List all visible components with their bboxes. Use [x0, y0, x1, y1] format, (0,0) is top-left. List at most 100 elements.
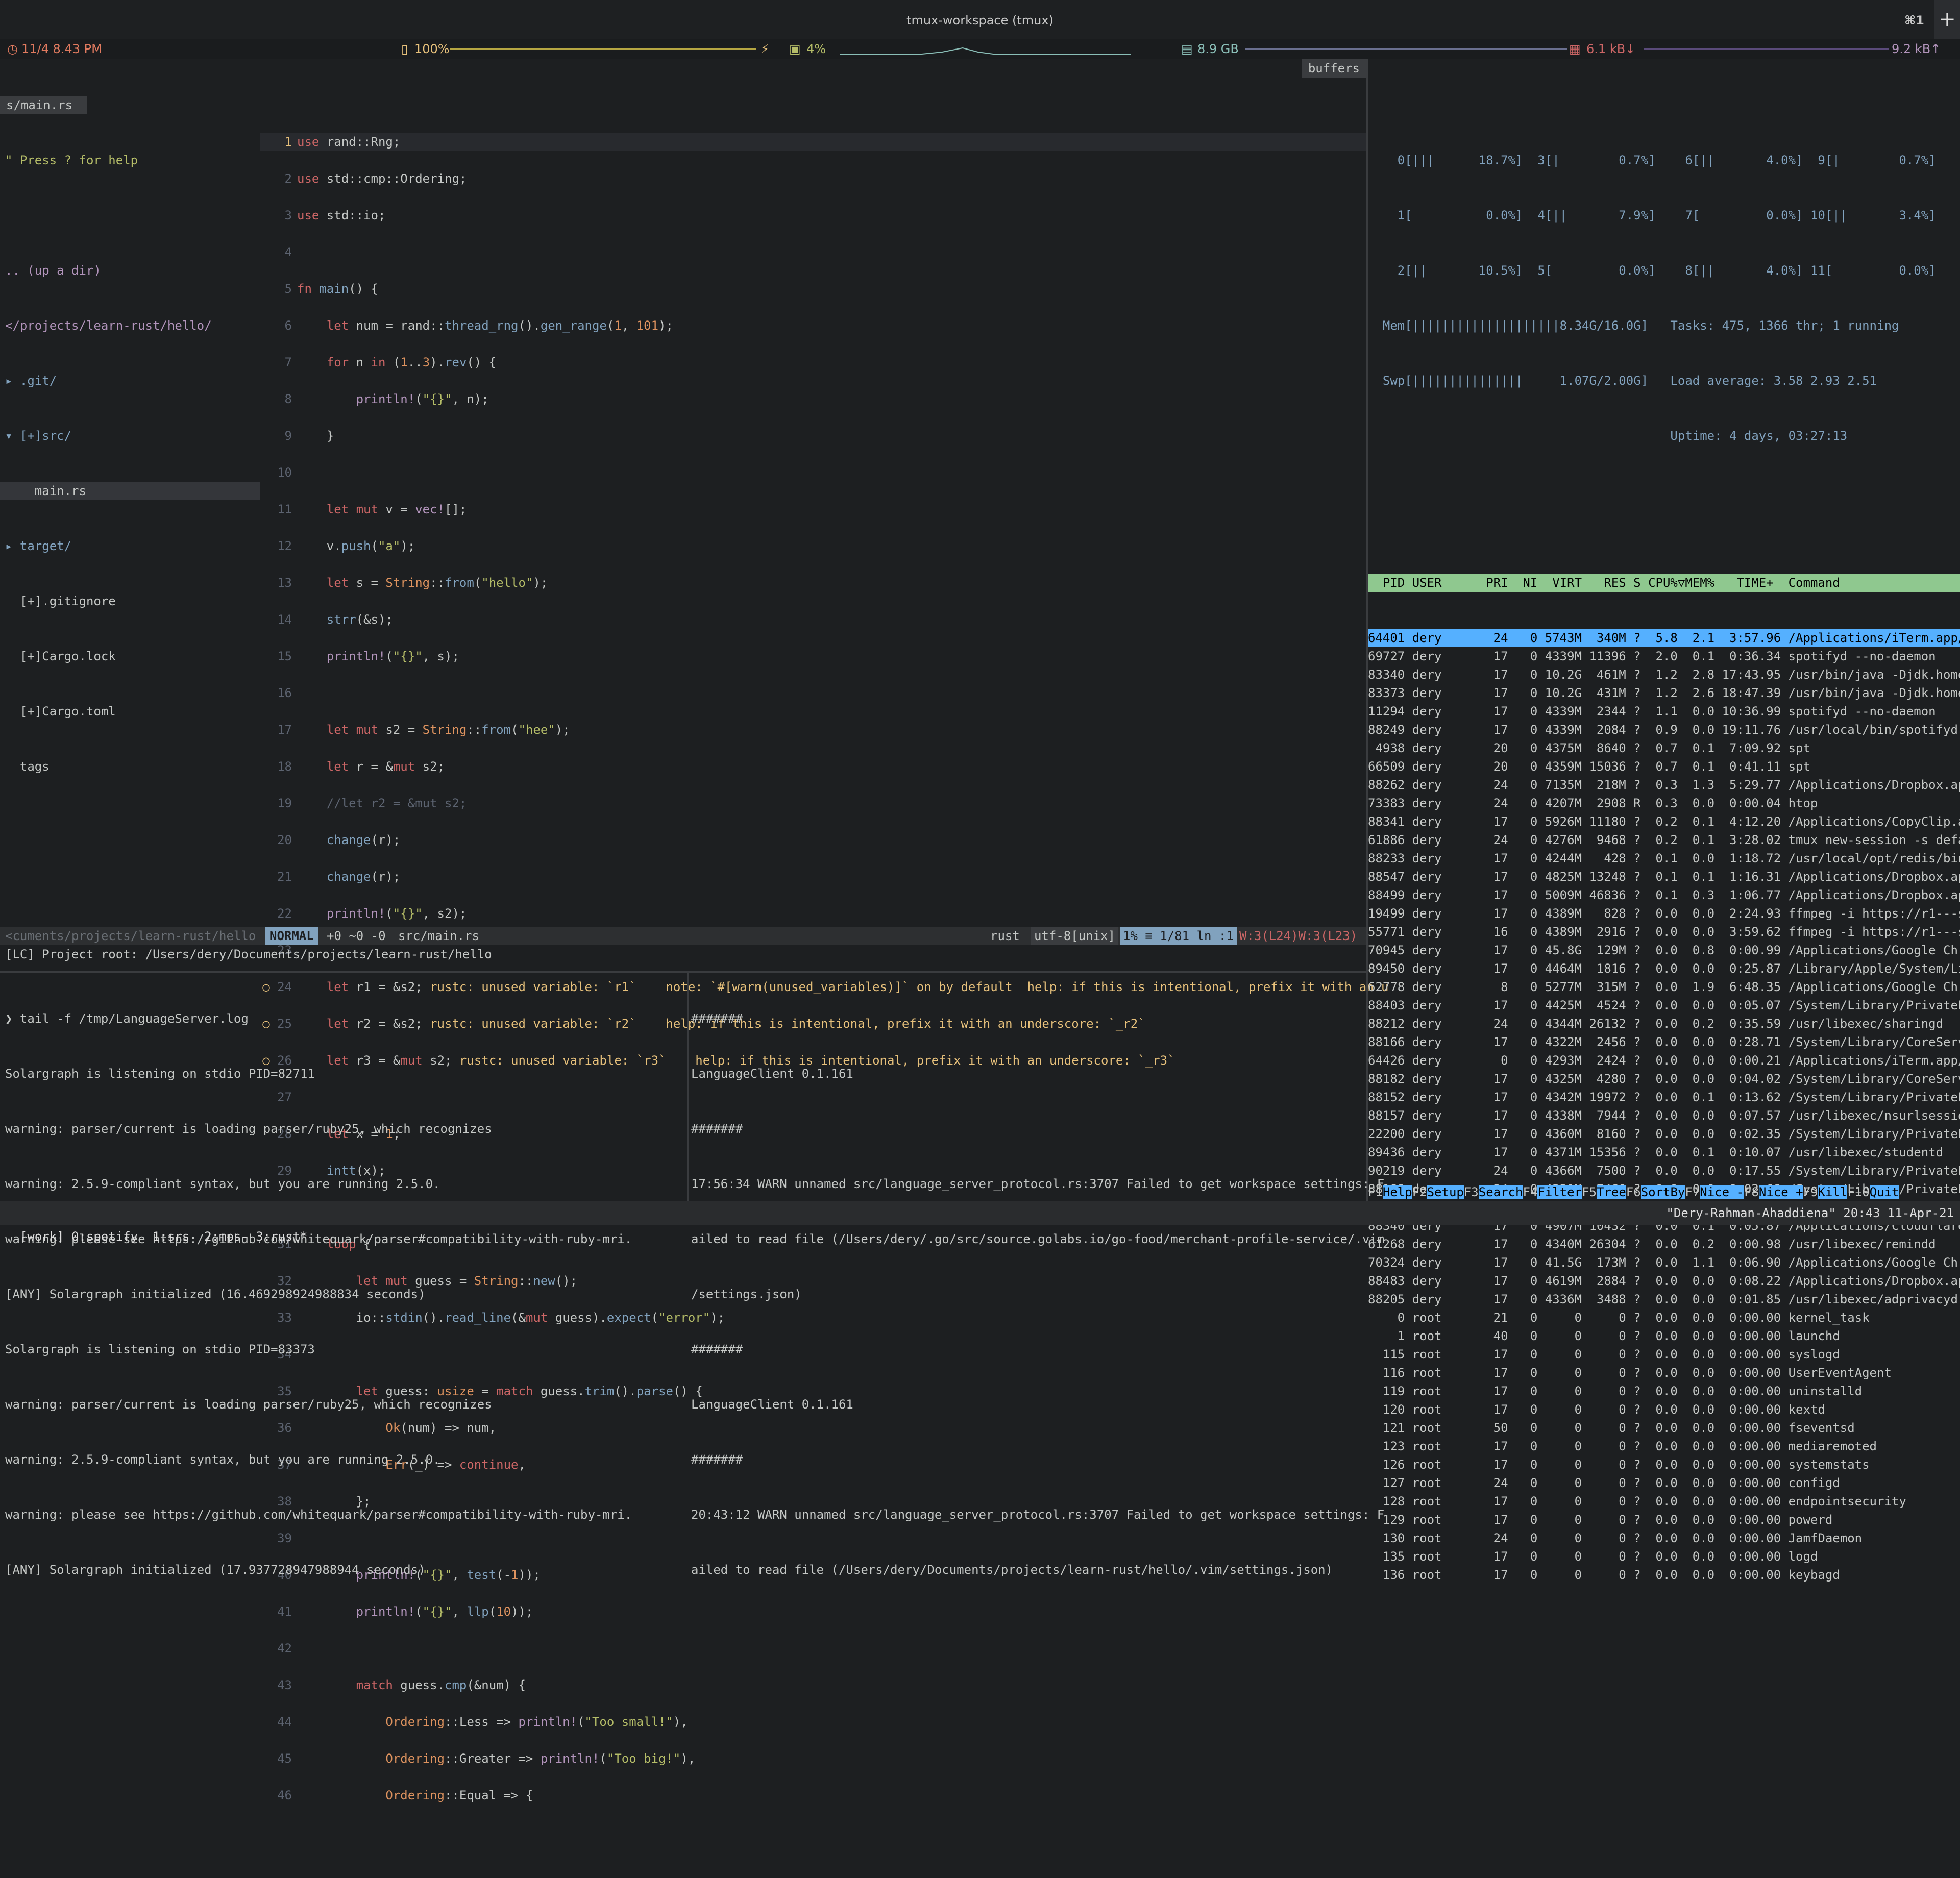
process-row[interactable]: 11294 dery 17 0 4339M 2344 ? 1.1 0.0 10:…: [1368, 702, 1960, 721]
code-editor[interactable]: buffers 1 use rand::Rng; 2 use std::cmp::O…: [260, 59, 1389, 1802]
process-row[interactable]: 70945 dery 17 0 45.8G 129M ? 0.0 0.8 0:0…: [1368, 941, 1960, 959]
process-row[interactable]: 129 root 17 0 0 0 ? 0.0 0.0 0:00.00 powe…: [1368, 1511, 1960, 1529]
process-row[interactable]: 115 root 17 0 0 0 ? 0.0 0.0 0:00.00 sysl…: [1368, 1345, 1960, 1364]
htop-function-keys[interactable]: F1HelpF2SetupF3SearchF4FilterF5TreeF6Sor…: [1368, 1183, 1960, 1201]
process-row[interactable]: 89436 dery 17 0 4371M 15356 ? 0.0 0.1 0:…: [1368, 1143, 1960, 1162]
process-row[interactable]: 73383 dery 24 0 4207M 2908 R 0.3 0.0 0:0…: [1368, 794, 1960, 812]
nerdtree-sidebar[interactable]: s/main.rs " Press ? for help .. (up a di…: [0, 59, 260, 927]
terminal-line: LanguageClient 0.1.161: [691, 1067, 853, 1081]
process-row[interactable]: 62778 dery 8 0 5277M 315M ? 0.0 1.9 6:48…: [1368, 978, 1960, 996]
buffers-tab[interactable]: buffers: [1302, 59, 1366, 78]
process-row[interactable]: 4938 dery 20 0 4375M 8640 ? 0.7 0.1 7:09…: [1368, 739, 1960, 757]
process-row[interactable]: 70324 dery 17 0 41.5G 173M ? 0.0 1.1 0:0…: [1368, 1253, 1960, 1272]
process-row[interactable]: 61886 dery 24 0 4276M 9468 ? 0.2 0.1 3:2…: [1368, 831, 1960, 849]
fkey-f10[interactable]: F10: [1847, 1185, 1869, 1199]
process-row[interactable]: 135 root 17 0 0 0 ? 0.0 0.0 0:00.00 logd: [1368, 1547, 1960, 1566]
process-row[interactable]: 55771 dery 16 0 4389M 2916 ? 0.0 0.0 3:5…: [1368, 923, 1960, 941]
tmux-windows[interactable]: [work] 0:spotify 1:srs 2:mps- 3:rust*: [20, 1229, 308, 1244]
process-row[interactable]: 119 root 17 0 0 0 ? 0.0 0.0 0:00.00 unin…: [1368, 1382, 1960, 1400]
process-row[interactable]: 88403 dery 17 0 4425M 4524 ? 0.0 0.0 0:0…: [1368, 996, 1960, 1015]
process-row[interactable]: 61268 dery 17 0 4340M 26304 ? 0.0 0.2 0:…: [1368, 1235, 1960, 1253]
vim-pane[interactable]: s/main.rs " Press ? for help .. (up a di…: [0, 59, 1389, 1802]
process-row[interactable]: 1 root 40 0 0 0 ? 0.0 0.0 0:00.00 launch…: [1368, 1327, 1960, 1345]
nerdtree-file-main[interactable]: main.rs: [0, 482, 260, 500]
cpu-sparkline: [840, 47, 1131, 55]
process-row[interactable]: 88262 dery 24 0 7135M 218M ? 0.3 1.3 5:2…: [1368, 776, 1960, 794]
nerdtree-dir-git[interactable]: ▸ .git/: [0, 372, 260, 390]
process-row[interactable]: 64426 dery 0 0 4293M 2424 ? 0.0 0.0 0:00…: [1368, 1051, 1960, 1070]
nerdtree-dir-src[interactable]: ▾ [+]src/: [0, 427, 260, 445]
terminal-line: ailed to read file (/Users/dery/Document…: [691, 1563, 1333, 1577]
process-row[interactable]: 88212 dery 24 0 4344M 26132 ? 0.0 0.2 0:…: [1368, 1015, 1960, 1033]
nerdtree-dir-target[interactable]: ▸ target/: [0, 537, 260, 555]
fkey-label[interactable]: SortBy: [1640, 1185, 1685, 1199]
fkey-label[interactable]: Nice +: [1758, 1185, 1803, 1199]
process-row[interactable]: 128 root 17 0 0 0 ? 0.0 0.0 0:00.00 endp…: [1368, 1492, 1960, 1511]
process-row[interactable]: 123 root 17 0 0 0 ? 0.0 0.0 0:00.00 medi…: [1368, 1437, 1960, 1455]
fkey-label[interactable]: Filter: [1537, 1185, 1582, 1199]
process-row[interactable]: 90219 dery 24 0 4366M 7500 ? 0.0 0.0 0:1…: [1368, 1162, 1960, 1180]
process-row[interactable]: 83373 dery 17 0 10.2G 431M ? 1.2 2.6 18:…: [1368, 684, 1960, 702]
fkey-f9[interactable]: F9: [1803, 1185, 1818, 1199]
fkey-label[interactable]: Tree: [1596, 1185, 1626, 1199]
fkey-label[interactable]: Search: [1478, 1185, 1523, 1199]
process-row[interactable]: 88499 dery 17 0 5009M 46836 ? 0.1 0.3 1:…: [1368, 886, 1960, 904]
process-row[interactable]: 126 root 17 0 0 0 ? 0.0 0.0 0:00.00 syst…: [1368, 1455, 1960, 1474]
fkey-label[interactable]: Help: [1382, 1185, 1412, 1199]
fkey-label[interactable]: Setup: [1427, 1185, 1464, 1199]
fkey-f4[interactable]: F4: [1523, 1185, 1537, 1199]
terminal-line: warning: 2.5.9-compliant syntax, but you…: [5, 1177, 440, 1191]
fkey-label[interactable]: Nice -: [1700, 1185, 1744, 1199]
nerdtree-file-cargo-toml[interactable]: [+]Cargo.toml: [0, 702, 260, 721]
nerdtree-file-cargo-lock[interactable]: [+]Cargo.lock: [0, 647, 260, 665]
fkey-f8[interactable]: F8: [1744, 1185, 1759, 1199]
process-row[interactable]: 19499 dery 17 0 4389M 828 ? 0.0 0.0 2:24…: [1368, 904, 1960, 923]
process-row[interactable]: 120 root 17 0 0 0 ? 0.0 0.0 0:00.00 kext…: [1368, 1400, 1960, 1419]
process-row[interactable]: 136 root 17 0 0 0 ? 0.0 0.0 0:00.00 keyb…: [1368, 1566, 1960, 1584]
process-table-header[interactable]: PID USER PRI NI VIRT RES S CPU%▽MEM% TIM…: [1368, 574, 1960, 592]
nerdtree-file-gitignore[interactable]: [+].gitignore: [0, 592, 260, 610]
nerdtree-up-dir[interactable]: .. (up a dir): [0, 261, 260, 280]
fkey-f3[interactable]: F3: [1464, 1185, 1479, 1199]
terminal-line: warning: parser/current is loading parse…: [5, 1397, 492, 1412]
fkey-f1[interactable]: F1: [1368, 1185, 1383, 1199]
process-row[interactable]: 64401 dery 24 0 5743M 340M ? 5.8 2.1 3:5…: [1368, 629, 1960, 647]
process-row[interactable]: 130 root 24 0 0 0 ? 0.0 0.0 0:00.00 Jamf…: [1368, 1529, 1960, 1547]
process-row[interactable]: 88233 dery 17 0 4244M 428 ? 0.1 0.0 1:18…: [1368, 849, 1960, 868]
vim-cmdline[interactable]: [LC] Project root: /Users/dery/Documents…: [0, 945, 1366, 966]
terminal-pane-languageclient[interactable]: ####### LanguageClient 0.1.161 ####### 1…: [689, 973, 1384, 1577]
fkey-f2[interactable]: F2: [1412, 1185, 1427, 1199]
process-row[interactable]: 0 root 21 0 0 0 ? 0.0 0.0 0:00.00 kernel…: [1368, 1308, 1960, 1327]
fkey-label[interactable]: Kill: [1818, 1185, 1848, 1199]
process-row[interactable]: 89450 dery 17 0 4464M 1816 ? 0.0 0.0 0:2…: [1368, 959, 1960, 978]
fkey-label[interactable]: Quit: [1869, 1185, 1899, 1199]
process-row[interactable]: 83340 dery 17 0 10.2G 461M ? 1.2 2.8 17:…: [1368, 665, 1960, 684]
fkey-f7[interactable]: F7: [1685, 1185, 1700, 1199]
terminal-pane-logs[interactable]: ❯ tail -f /tmp/LanguageServer.log Solarg…: [0, 973, 687, 1577]
process-row[interactable]: 88166 dery 17 0 4322M 2456 ? 0.0 0.0 0:2…: [1368, 1033, 1960, 1051]
process-row[interactable]: 88249 dery 17 0 4339M 2084 ? 0.9 0.0 19:…: [1368, 721, 1960, 739]
process-row[interactable]: 66509 dery 20 0 4359M 15036 ? 0.7 0.1 0:…: [1368, 757, 1960, 776]
process-row[interactable]: 88547 dery 17 0 4825M 13248 ? 0.1 0.1 1:…: [1368, 868, 1960, 886]
process-row[interactable]: 88341 dery 17 0 5926M 11180 ? 0.2 0.1 4:…: [1368, 812, 1960, 831]
htop-pane[interactable]: 0[||| 18.7%] 3[| 0.7%] 6[|| 4.0%] 9[| 0.…: [1368, 59, 1960, 1582]
process-row[interactable]: 88152 dery 17 0 4342M 19972 ? 0.0 0.1 0:…: [1368, 1088, 1960, 1106]
nerdtree-root[interactable]: </projects/learn-rust/hello/: [0, 316, 260, 335]
process-row[interactable]: 127 root 24 0 0 0 ? 0.0 0.0 0:00.00 conf…: [1368, 1474, 1960, 1492]
process-row[interactable]: 22200 dery 17 0 4360M 8160 ? 0.0 0.0 0:0…: [1368, 1125, 1960, 1143]
tmux-statusbar[interactable]: [work] 0:spotify 1:srs 2:mps- 3:rust* "D…: [0, 1201, 1960, 1244]
process-row[interactable]: 88157 dery 17 0 4338M 7944 ? 0.0 0.0 0:0…: [1368, 1106, 1960, 1125]
nerdtree-tab[interactable]: s/main.rs: [0, 96, 87, 114]
nerdtree-file-tags[interactable]: tags: [0, 757, 260, 776]
fkey-f6[interactable]: F6: [1626, 1185, 1641, 1199]
process-row[interactable]: 88483 dery 17 0 4619M 2884 ? 0.0 0.0 0:0…: [1368, 1272, 1960, 1290]
fkey-f5[interactable]: F5: [1582, 1185, 1597, 1199]
process-row[interactable]: 116 root 17 0 0 0 ? 0.0 0.0 0:00.00 User…: [1368, 1364, 1960, 1382]
process-list[interactable]: 64401 dery 24 0 5743M 340M ? 5.8 2.1 3:5…: [1368, 629, 1960, 1584]
process-row[interactable]: 121 root 50 0 0 0 ? 0.0 0.0 0:00.00 fsev…: [1368, 1419, 1960, 1437]
process-row[interactable]: 69727 dery 17 0 4339M 11396 ? 2.0 0.1 0:…: [1368, 647, 1960, 665]
new-tab-button[interactable]: +: [1934, 0, 1960, 39]
process-row[interactable]: 88182 dery 17 0 4325M 4280 ? 0.0 0.0 0:0…: [1368, 1070, 1960, 1088]
memory-value: 8.9 GB: [1197, 42, 1239, 56]
process-row[interactable]: 88205 dery 17 0 4336M 3488 ? 0.0 0.0 0:0…: [1368, 1290, 1960, 1308]
